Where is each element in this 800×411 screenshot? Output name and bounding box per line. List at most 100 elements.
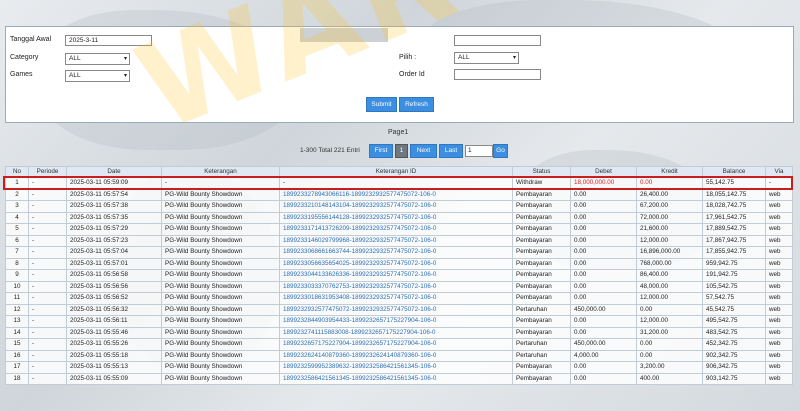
- table-cell: -: [28, 326, 67, 339]
- table-cell: -: [28, 223, 67, 236]
- table-row[interactable]: 4-2025-03-11 05:57:35 PG-Wild Bounty Show…: [5, 211, 793, 224]
- table-cell: web: [765, 188, 793, 201]
- table-cell: Pembayaran: [512, 269, 571, 282]
- table-cell: -: [28, 200, 67, 213]
- next-page-button[interactable]: Next: [410, 144, 437, 158]
- tanggal-awal-input[interactable]: 2025-3-11: [65, 35, 152, 46]
- pilih-select[interactable]: ALL ▾: [454, 52, 519, 64]
- table-cell: 0.00: [570, 269, 637, 282]
- table-cell: PG-Wild Bounty Showdown: [161, 280, 280, 293]
- category-select[interactable]: ALL ▾: [65, 53, 130, 65]
- table-cell: 0.00: [570, 315, 637, 328]
- tanggal-akhir-input[interactable]: [454, 35, 541, 46]
- table-cell: 2025-03-11 05:57:29: [66, 223, 162, 236]
- table-row[interactable]: 9-2025-03-11 05:56:58 PG-Wild Bounty Show…: [5, 269, 793, 282]
- last-page-button[interactable]: Last: [439, 144, 463, 158]
- table-cell: -: [28, 246, 67, 259]
- table-row[interactable]: 7-2025-03-11 05:57:04 PG-Wild Bounty Show…: [5, 246, 793, 259]
- table-cell[interactable]: 1899232599952389632-1899232586421561345-…: [279, 361, 513, 374]
- order-id-input[interactable]: [454, 69, 541, 80]
- first-page-button[interactable]: First: [369, 144, 393, 158]
- table-cell[interactable]: 1899233018631953408-1899232932577475072-…: [279, 292, 513, 305]
- table-cell: web: [765, 349, 793, 362]
- table-cell: 2025-03-11 05:55:26: [66, 338, 162, 351]
- transaction-table: No Periode Date Keterangan Keterangan ID Stat…: [5, 166, 793, 385]
- table-cell: 18,028,742.75: [702, 200, 766, 213]
- table-cell: 0.00: [570, 188, 637, 201]
- table-cell[interactable]: 1899233146029799968-1899232932577475072-…: [279, 234, 513, 247]
- table-cell: 0.00: [570, 361, 637, 374]
- table-cell: web: [765, 315, 793, 328]
- table-cell[interactable]: 1899233210148143104-1899232932577475072-…: [279, 200, 513, 213]
- table-row[interactable]: 15-2025-03-11 05:55:26 PG-Wild Bounty Sho…: [5, 338, 793, 351]
- table-row[interactable]: 13-2025-03-11 05:56:11 PG-Wild Bounty Sho…: [5, 315, 793, 328]
- table-cell[interactable]: 1899233278943066116-1899232932577475072-…: [279, 188, 513, 201]
- table-cell: 14: [5, 326, 29, 339]
- table-cell: web: [765, 372, 793, 385]
- table-cell[interactable]: 1899233033370762753-1899232932577475072-…: [279, 280, 513, 293]
- table-cell: Pembayaran: [512, 361, 571, 374]
- refresh-button[interactable]: Refresh: [399, 97, 434, 112]
- table-row[interactable]: 8-2025-03-11 05:57:01 PG-Wild Bounty Show…: [5, 257, 793, 270]
- table-cell[interactable]: 1899233044133626336-1899232932577475072-…: [279, 269, 513, 282]
- table-row[interactable]: 14-2025-03-11 05:55:46 PG-Wild Bounty Sho…: [5, 326, 793, 339]
- table-cell: PG-Wild Bounty Showdown: [161, 303, 280, 316]
- tanggal-awal-label: Tanggal Awal: [10, 36, 52, 43]
- table-row[interactable]: 1-2025-03-11 05:59:09- - Withdraw 18,000,00…: [5, 177, 793, 190]
- table-cell: -: [28, 303, 67, 316]
- table-cell: 31,200.00: [636, 326, 703, 339]
- table-cell: 17,855,942.75: [702, 246, 766, 259]
- table-cell: PG-Wild Bounty Showdown: [161, 315, 280, 328]
- table-cell: 16,896,000.00: [636, 246, 703, 259]
- games-select-value: ALL: [69, 72, 81, 79]
- table-cell: web: [765, 338, 793, 351]
- table-cell: 2025-03-11 05:55:09: [66, 372, 162, 385]
- table-row[interactable]: 16-2025-03-11 05:55:18 PG-Wild Bounty Sho…: [5, 349, 793, 362]
- table-cell[interactable]: 1899233068661663744-1899232932577475072-…: [279, 246, 513, 259]
- table-cell[interactable]: 1899232657175227904-1899232657175227904-…: [279, 338, 513, 351]
- table-row[interactable]: 10-2025-03-11 05:56:56 PG-Wild Bounty Sho…: [5, 280, 793, 293]
- page-number-input[interactable]: 1: [465, 145, 493, 157]
- table-cell[interactable]: 1899232932577475072-1899232932577475072-…: [279, 303, 513, 316]
- table-cell: PG-Wild Bounty Showdown: [161, 338, 280, 351]
- table-cell[interactable]: 1899233195556144128-1899232932577475072-…: [279, 211, 513, 224]
- table-cell: -: [28, 372, 67, 385]
- table-cell: 18: [5, 372, 29, 385]
- table-cell[interactable]: 1899233171413726209-1899232932577475072-…: [279, 223, 513, 236]
- table-row[interactable]: 5-2025-03-11 05:57:29 PG-Wild Bounty Show…: [5, 223, 793, 236]
- current-page-button[interactable]: 1: [395, 144, 408, 158]
- table-cell: 2: [5, 188, 29, 201]
- table-cell[interactable]: 1899232586421561345-1899232586421561345-…: [279, 372, 513, 385]
- table-cell: PG-Wild Bounty Showdown: [161, 211, 280, 224]
- table-cell[interactable]: 1899232844903954433-1899232657175227904-…: [279, 315, 513, 328]
- table-row[interactable]: 11-2025-03-11 05:56:52 PG-Wild Bounty Sho…: [5, 292, 793, 305]
- table-cell[interactable]: 1899232624140879360-1899232624140879360-…: [279, 349, 513, 362]
- table-cell: Pembayaran: [512, 234, 571, 247]
- table-cell: 906,342.75: [702, 361, 766, 374]
- table-cell: web: [765, 269, 793, 282]
- table-cell[interactable]: 1899232741115883008-1899232657175227904-…: [279, 326, 513, 339]
- table-row[interactable]: 2-2025-03-11 05:57:54 PG-Wild Bounty Show…: [5, 188, 793, 201]
- column-header: Periode: [28, 166, 67, 178]
- table-row[interactable]: 12-2025-03-11 05:56:32 PG-Wild Bounty Sho…: [5, 303, 793, 316]
- table-cell: 12,000.00: [636, 234, 703, 247]
- table-cell: web: [765, 257, 793, 270]
- column-header: Debet: [570, 166, 637, 178]
- table-cell: 1: [5, 177, 29, 190]
- table-header-row: No Periode Date Keterangan Keterangan ID Stat…: [5, 166, 793, 178]
- table-row[interactable]: 17-2025-03-11 05:55:13 PG-Wild Bounty Sho…: [5, 361, 793, 374]
- table-cell: -: [28, 177, 67, 190]
- table-cell: Pembayaran: [512, 292, 571, 305]
- table-cell: Pembayaran: [512, 200, 571, 213]
- submit-button[interactable]: Submit: [366, 97, 397, 112]
- table-row[interactable]: 3-2025-03-11 05:57:38 PG-Wild Bounty Show…: [5, 200, 793, 213]
- table-cell: Pertaruhan: [512, 338, 571, 351]
- table-cell: 12: [5, 303, 29, 316]
- games-select[interactable]: ALL ▾: [65, 70, 130, 82]
- go-button[interactable]: Go: [493, 144, 508, 158]
- table-row[interactable]: 18-2025-03-11 05:55:09 PG-Wild Bounty Sho…: [5, 372, 793, 385]
- category-label: Category: [10, 54, 39, 61]
- table-cell[interactable]: 1899233056635654025-1899232932577475072-…: [279, 257, 513, 270]
- table-row[interactable]: 6-2025-03-11 05:57:23 PG-Wild Bounty Show…: [5, 234, 793, 247]
- table-cell: 2025-03-11 05:59:09: [66, 177, 162, 190]
